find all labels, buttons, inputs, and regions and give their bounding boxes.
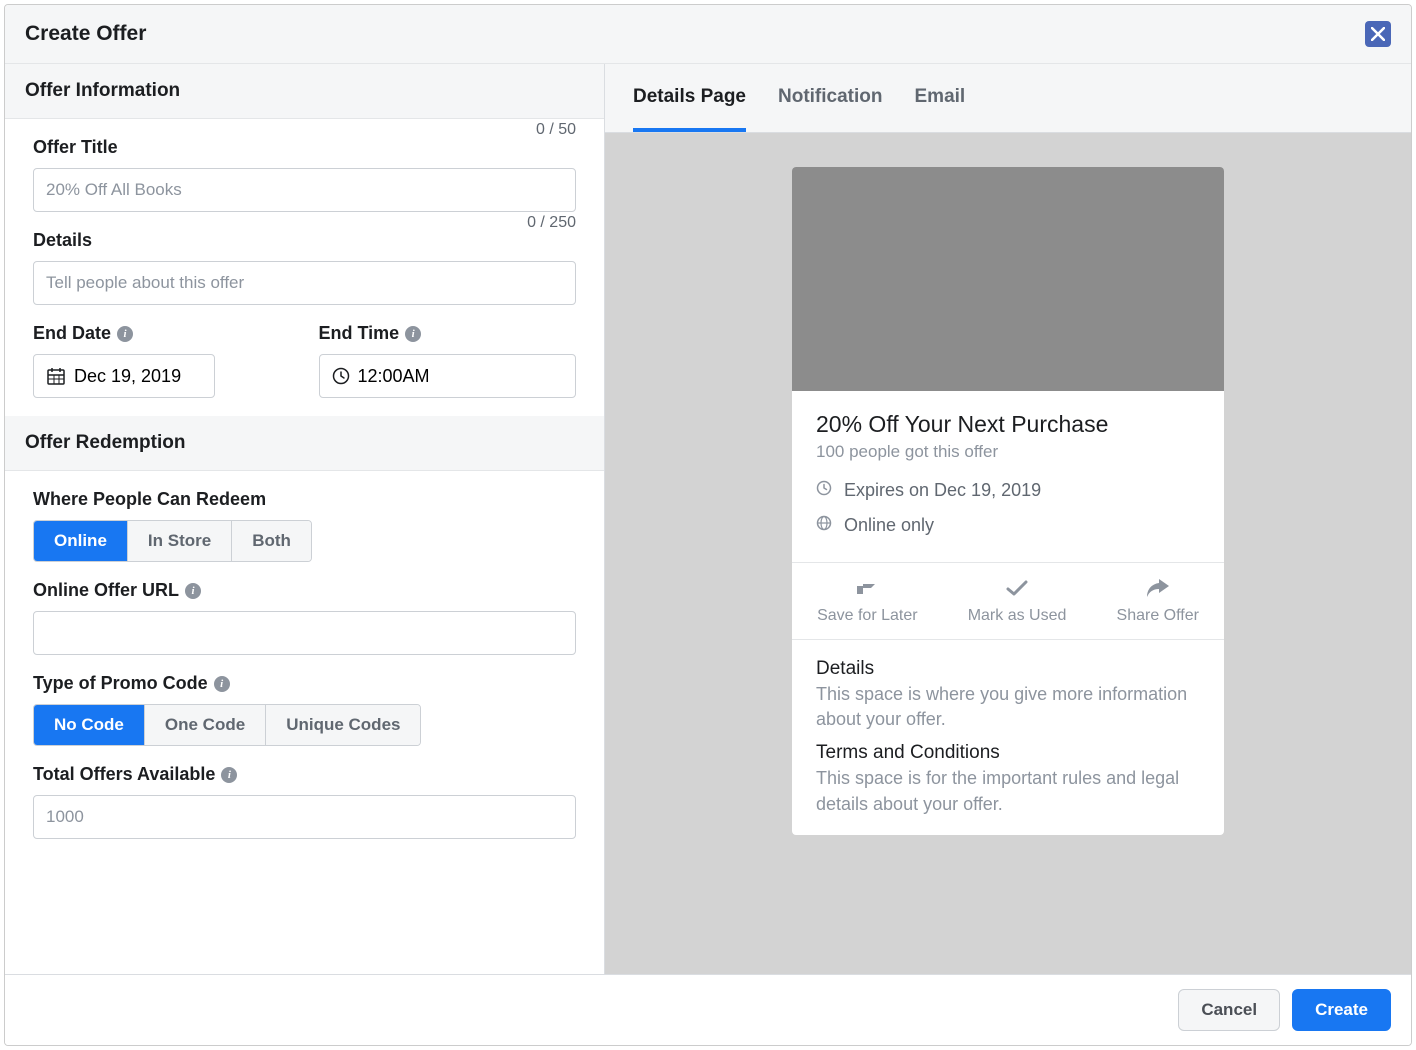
- preview-expires-row: Expires on Dec 19, 2019: [816, 480, 1200, 501]
- end-time-value: 12:00AM: [358, 366, 430, 387]
- where-redeem-group: Online In Store Both: [33, 520, 312, 562]
- info-icon[interactable]: i: [221, 767, 237, 783]
- end-time-label: End Time i: [319, 323, 577, 344]
- field-end-date: End Date i Dec 19, 2019: [33, 323, 291, 398]
- preview-actions: Save for Later Mark as Used: [792, 562, 1224, 640]
- preview-expires-text: Expires on Dec 19, 2019: [844, 480, 1041, 501]
- details-input[interactable]: [33, 261, 576, 305]
- tab-email[interactable]: Email: [915, 64, 966, 132]
- total-available-input[interactable]: [33, 795, 576, 839]
- field-where-redeem: Where People Can Redeem Online In Store …: [33, 489, 576, 562]
- check-icon: [1004, 577, 1030, 599]
- date-time-row: End Date i Dec 19, 2019 End Time: [33, 323, 576, 398]
- preview-details-heading: Details: [816, 658, 1200, 680]
- preview-content: 20% Off Your Next Purchase 100 people go…: [792, 391, 1224, 562]
- calendar-icon: [46, 366, 66, 386]
- preview-terms-text: This space is for the important rules an…: [816, 766, 1200, 816]
- share-icon: [1145, 577, 1171, 599]
- field-end-time: End Time i 12:00AM: [319, 323, 577, 398]
- title-counter: 0 / 50: [536, 121, 576, 139]
- action-share-offer[interactable]: Share Offer: [1117, 577, 1199, 625]
- info-icon[interactable]: i: [117, 326, 133, 342]
- tab-notification[interactable]: Notification: [778, 64, 883, 132]
- modal-footer: Cancel Create: [5, 974, 1411, 1045]
- right-panel: Details Page Notification Email 20% Off …: [605, 64, 1411, 974]
- close-icon: [1371, 27, 1385, 41]
- field-total-available: Total Offers Available i: [33, 764, 576, 839]
- cancel-button[interactable]: Cancel: [1178, 989, 1280, 1031]
- action-mark-label: Mark as Used: [968, 607, 1067, 625]
- close-button[interactable]: [1365, 21, 1391, 47]
- end-date-value: Dec 19, 2019: [74, 366, 181, 387]
- info-icon[interactable]: i: [185, 583, 201, 599]
- offer-title-label: Offer Title: [33, 137, 576, 158]
- option-no-code[interactable]: No Code: [34, 705, 145, 745]
- preview-sub: 100 people got this offer: [816, 442, 1200, 462]
- section-offer-info-header: Offer Information: [5, 64, 604, 119]
- where-redeem-label: Where People Can Redeem: [33, 489, 576, 510]
- left-panel: Offer Information 0 / 50 Offer Title 0 /…: [5, 64, 605, 974]
- online-url-input[interactable]: [33, 611, 576, 655]
- section-offer-info-body: 0 / 50 Offer Title 0 / 250 Details End D…: [5, 119, 604, 416]
- preview-card: 20% Off Your Next Purchase 100 people go…: [792, 167, 1224, 835]
- preview-title: 20% Off Your Next Purchase: [816, 411, 1200, 438]
- preview-details-section: Details This space is where you give mor…: [792, 640, 1224, 835]
- clock-icon: [332, 367, 350, 385]
- action-save-label: Save for Later: [817, 607, 918, 625]
- create-offer-modal: Create Offer Offer Information 0 / 50 Of…: [4, 4, 1412, 1046]
- field-details: 0 / 250 Details: [33, 230, 576, 305]
- modal-title: Create Offer: [25, 22, 146, 46]
- action-save-for-later[interactable]: Save for Later: [817, 577, 918, 625]
- action-mark-used[interactable]: Mark as Used: [968, 577, 1067, 625]
- end-date-label: End Date i: [33, 323, 291, 344]
- info-icon[interactable]: i: [214, 676, 230, 692]
- field-promo-type: Type of Promo Code i No Code One Code Un…: [33, 673, 576, 746]
- option-one-code[interactable]: One Code: [145, 705, 266, 745]
- info-icon[interactable]: i: [405, 326, 421, 342]
- preview-where-text: Online only: [844, 515, 934, 536]
- bookmark-icon: [853, 577, 881, 599]
- details-counter: 0 / 250: [527, 214, 576, 232]
- online-url-label: Online Offer URL i: [33, 580, 576, 601]
- modal-body: Offer Information 0 / 50 Offer Title 0 /…: [5, 64, 1411, 974]
- section-redemption-body: Where People Can Redeem Online In Store …: [5, 471, 604, 875]
- preview-area: 20% Off Your Next Purchase 100 people go…: [605, 133, 1411, 974]
- end-time-input[interactable]: 12:00AM: [319, 354, 577, 398]
- option-unique-codes[interactable]: Unique Codes: [266, 705, 420, 745]
- preview-image-placeholder: [792, 167, 1224, 391]
- tab-details-page[interactable]: Details Page: [633, 64, 746, 132]
- option-online[interactable]: Online: [34, 521, 128, 561]
- end-date-input[interactable]: Dec 19, 2019: [33, 354, 215, 398]
- preview-where-row: Online only: [816, 515, 1200, 536]
- details-label: Details: [33, 230, 576, 251]
- option-in-store[interactable]: In Store: [128, 521, 232, 561]
- modal-header: Create Offer: [5, 5, 1411, 64]
- promo-type-group: No Code One Code Unique Codes: [33, 704, 421, 746]
- total-available-label: Total Offers Available i: [33, 764, 576, 785]
- field-offer-title: 0 / 50 Offer Title: [33, 137, 576, 212]
- create-button[interactable]: Create: [1292, 989, 1391, 1031]
- preview-tabs: Details Page Notification Email: [605, 64, 1411, 133]
- action-share-label: Share Offer: [1117, 607, 1199, 625]
- section-redemption-header: Offer Redemption: [5, 416, 604, 471]
- option-both[interactable]: Both: [232, 521, 311, 561]
- offer-title-input[interactable]: [33, 168, 576, 212]
- globe-icon: [816, 515, 832, 536]
- preview-terms-heading: Terms and Conditions: [816, 742, 1200, 764]
- promo-type-label: Type of Promo Code i: [33, 673, 576, 694]
- preview-details-text: This space is where you give more inform…: [816, 682, 1200, 732]
- clock-icon: [816, 480, 832, 501]
- field-online-url: Online Offer URL i: [33, 580, 576, 655]
